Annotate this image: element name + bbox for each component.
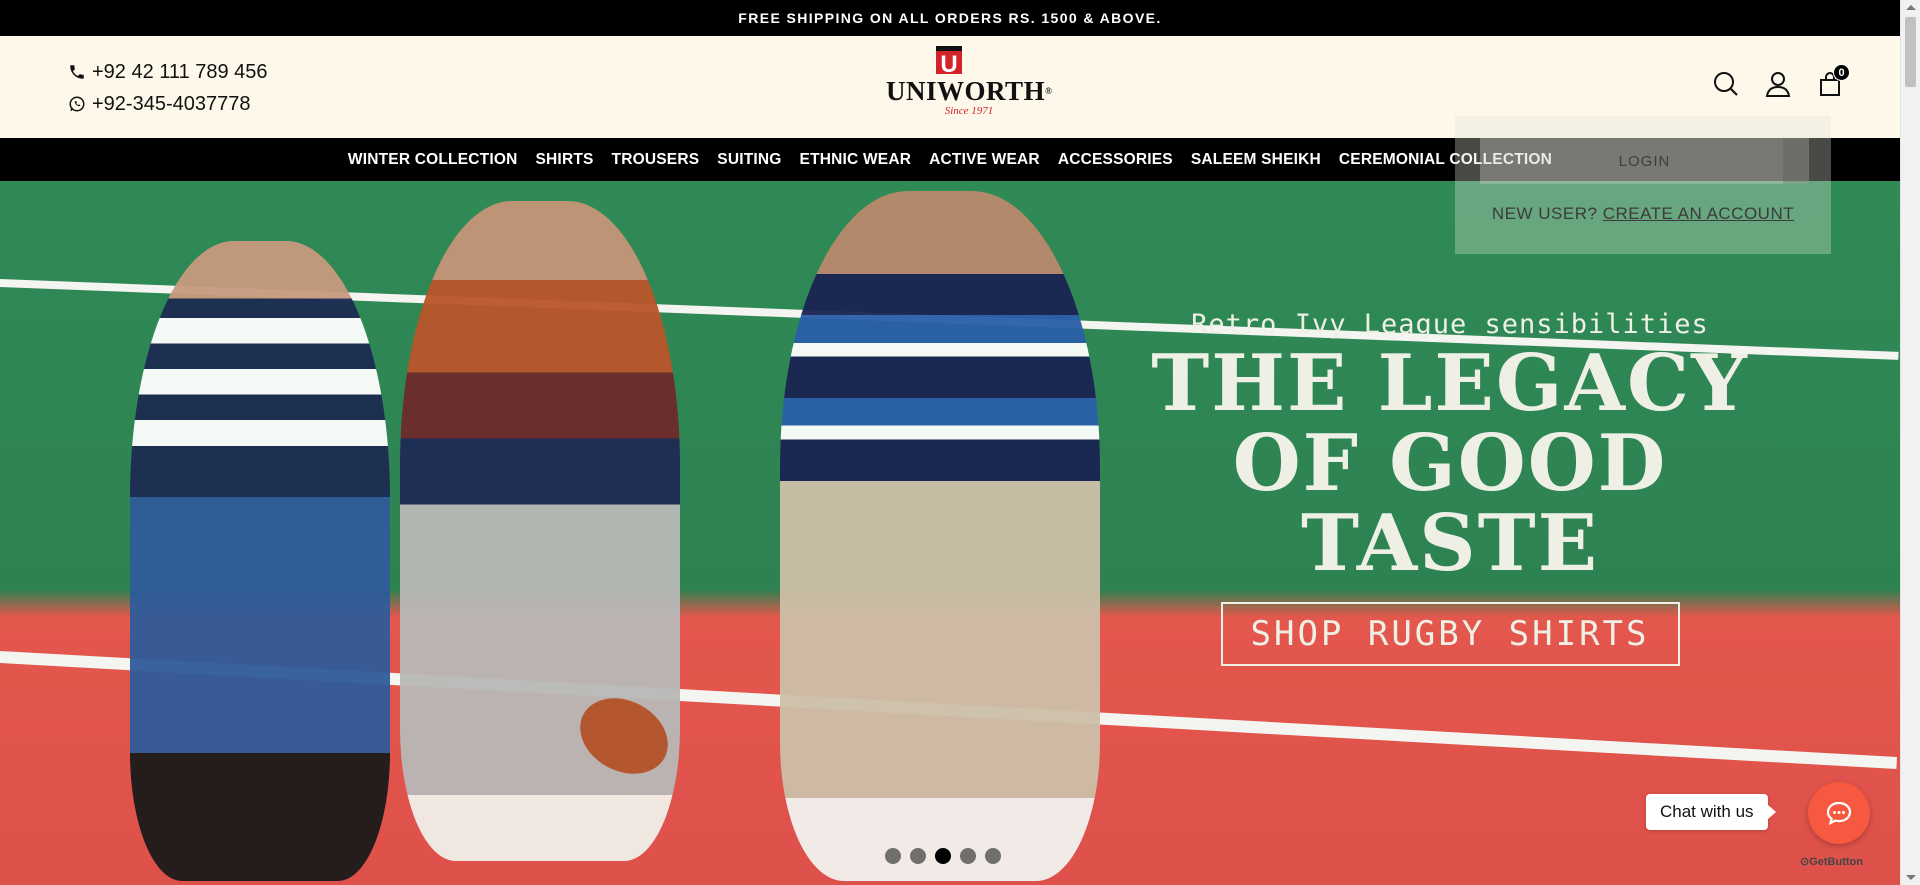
phone-contact[interactable]: +92 42 111 789 456 — [68, 56, 268, 88]
slider-dot-5[interactable] — [985, 848, 1001, 864]
hero-banner[interactable]: Retro Ivy League sensibilities THE LEGAC… — [0, 181, 1900, 885]
new-user-row: NEW USER? CREATE AN ACCOUNT — [1455, 204, 1831, 224]
getbutton-credit[interactable]: ⊙GetButton — [1800, 855, 1863, 868]
logo-wordmark: UNIWORTH® — [886, 77, 1052, 105]
hero-title-line2: OF GOOD TASTE — [1232, 418, 1668, 589]
phone-icon — [70, 65, 84, 79]
login-button[interactable]: LOGIN — [1480, 138, 1809, 184]
slider-dot-3[interactable] — [935, 848, 951, 864]
whatsapp-contact[interactable]: +92-345-4037778 — [68, 88, 268, 120]
logo-word: UNIWORTH — [886, 76, 1046, 106]
model-figure — [780, 191, 1100, 881]
scroll-up-arrow[interactable] — [1906, 5, 1916, 10]
phone-number: +92 42 111 789 456 — [92, 61, 268, 83]
login-dropdown: LOGIN NEW USER? CREATE AN ACCOUNT — [1455, 116, 1831, 254]
chat-bubble-icon — [1826, 801, 1852, 826]
chat-button[interactable] — [1808, 782, 1870, 844]
scroll-down-arrow[interactable] — [1906, 875, 1916, 880]
scroll-thumb[interactable] — [1905, 17, 1916, 87]
slider-dot-4[interactable] — [960, 848, 976, 864]
search-icon — [1714, 72, 1738, 96]
logo-registered: ® — [1045, 86, 1053, 96]
page-scrollbar[interactable] — [1900, 0, 1920, 885]
cart-button[interactable]: 0 — [1816, 64, 1850, 98]
search-button[interactable] — [1712, 70, 1740, 98]
whatsapp-number: +92-345-4037778 — [92, 93, 251, 115]
contact-info: +92 42 111 789 456 +92-345-4037778 — [68, 56, 268, 120]
hero-title-line1: THE LEGACY — [1151, 338, 1749, 429]
nav-item-trousers[interactable]: TROUSERS — [603, 151, 709, 169]
nav-item-saleem-sheikh[interactable]: SALEEM SHEIKH — [1182, 151, 1330, 169]
nav-item-active-wear[interactable]: ACTIVE WEAR — [920, 151, 1049, 169]
shop-rugby-shirts-button[interactable]: SHOP RUGBY SHIRTS — [1220, 602, 1680, 666]
slider-dots — [885, 848, 1001, 864]
cart-count-badge: 0 — [1833, 64, 1850, 81]
hero-text-block: Retro Ivy League sensibilities THE LEGAC… — [1110, 309, 1790, 666]
chat-label[interactable]: Chat with us — [1646, 794, 1776, 830]
slider-dot-2[interactable] — [910, 848, 926, 864]
announcement-bar: FREE SHIPPING ON ALL ORDERS RS. 1500 & A… — [0, 0, 1900, 36]
hero-subtitle: Retro Ivy League sensibilities — [1191, 309, 1709, 340]
announcement-text: FREE SHIPPING ON ALL ORDERS RS. 1500 & A… — [738, 10, 1162, 26]
nav-item-suiting[interactable]: SUITING — [708, 151, 790, 169]
nav-item-ethnic-wear[interactable]: ETHNIC WEAR — [791, 151, 921, 169]
slider-dot-1[interactable] — [885, 848, 901, 864]
getbutton-text: GetButton — [1809, 856, 1863, 868]
nav-item-accessories[interactable]: ACCESSORIES — [1049, 151, 1182, 169]
header-icons: 0 — [1712, 36, 1850, 98]
user-icon — [1765, 72, 1791, 97]
new-user-text: NEW USER? — [1491, 204, 1598, 223]
model-figure — [130, 241, 390, 881]
create-account-link[interactable]: CREATE AN ACCOUNT — [1603, 204, 1794, 223]
whatsapp-icon — [69, 96, 85, 112]
logo-since: Since 1971 — [944, 105, 994, 117]
site-logo[interactable]: U UNIWORTH® Since 1971 — [886, 46, 1052, 130]
nav-item-winter-collection[interactable]: WINTER COLLECTION — [339, 151, 527, 169]
getbutton-logo-icon: ⊙ — [1800, 856, 1810, 868]
nav-item-shirts[interactable]: SHIRTS — [527, 151, 603, 169]
account-button[interactable] — [1764, 70, 1792, 98]
logo-mark: U — [936, 46, 962, 78]
